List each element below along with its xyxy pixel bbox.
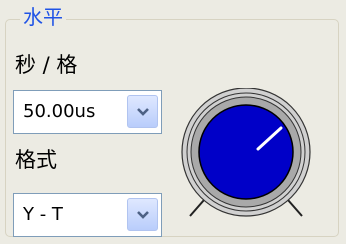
- chevron-down-icon: [137, 211, 149, 219]
- chevron-down-icon: [137, 108, 149, 116]
- format-label: 格式: [15, 148, 57, 172]
- time-per-div-label: 秒 / 格: [15, 53, 78, 77]
- time-per-div-select[interactable]: 50.00us: [13, 90, 162, 134]
- format-dropdown-button[interactable]: [127, 198, 158, 231]
- knob-face: [198, 104, 294, 200]
- knob-max-tick: [287, 199, 303, 217]
- time-base-knob[interactable]: [170, 88, 322, 222]
- time-per-div-dropdown-button[interactable]: [127, 95, 158, 128]
- time-per-div-value: 50.00us: [23, 101, 96, 122]
- group-title: 水平: [20, 6, 66, 28]
- knob-min-tick: [189, 199, 205, 217]
- format-select[interactable]: Y - T: [13, 193, 162, 237]
- format-value: Y - T: [23, 204, 63, 225]
